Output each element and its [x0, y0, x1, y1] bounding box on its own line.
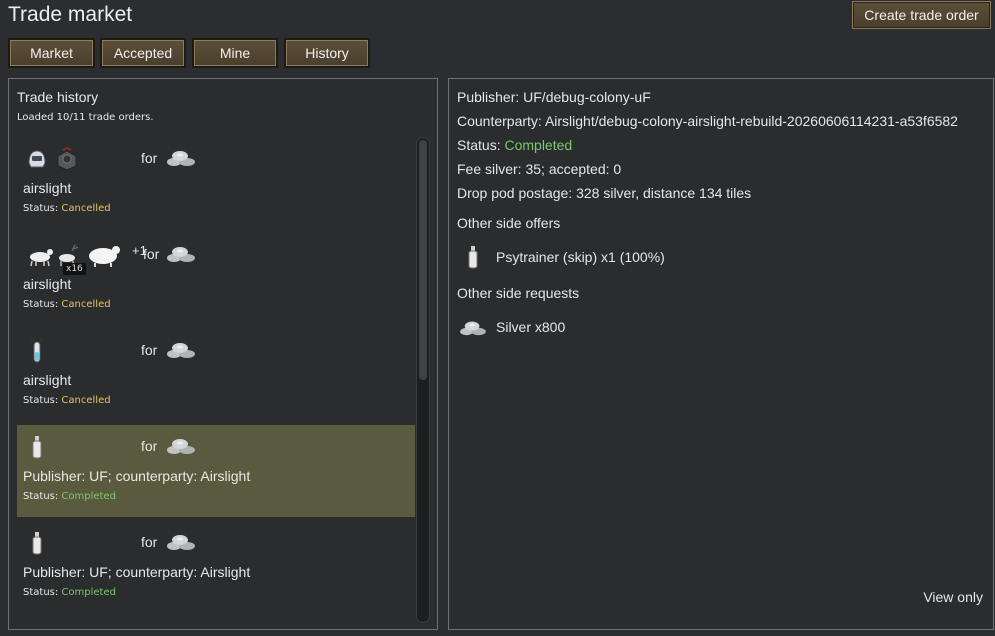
offer-icons	[23, 529, 133, 557]
offer-icons	[23, 337, 133, 365]
silver-icon	[165, 529, 197, 557]
silver-icon	[165, 145, 197, 173]
status-value: Cancelled	[61, 203, 111, 214]
status-value: Completed	[61, 491, 116, 502]
offer-icons	[23, 433, 133, 461]
sheep-icon	[85, 241, 121, 269]
tab-accepted[interactable]: Accepted	[100, 38, 186, 68]
requests-heading: Other side requests	[457, 285, 580, 301]
helmet-icon	[23, 145, 51, 173]
psytrainer-icon	[23, 529, 51, 557]
offer-item: Psytrainer (skip) x1 (100%)	[457, 242, 757, 272]
order-status: Status: Cancelled	[23, 299, 111, 310]
for-label: for	[141, 150, 158, 166]
request-item: Silver x800	[457, 312, 757, 342]
publisher-text: Publisher: UF/debug-colony-uF	[457, 89, 651, 105]
for-label: for	[141, 534, 158, 550]
panel-heading: Trade history	[17, 89, 99, 105]
order-status: Status: Completed	[23, 491, 116, 502]
status-value: Completed	[61, 587, 116, 598]
silver-icon	[165, 241, 197, 269]
psytrainer-icon	[23, 433, 51, 461]
tab-market[interactable]: Market	[8, 38, 95, 68]
tab-mine[interactable]: Mine	[192, 38, 278, 68]
counterparty-text: Counterparty: Airslight/debug-colony-air…	[457, 113, 958, 129]
order-title: Publisher: UF; counterparty: Airslight	[23, 468, 251, 484]
status-line: Status: Completed	[457, 137, 573, 153]
create-trade-order-button[interactable]: Create trade order	[852, 1, 991, 29]
status-value: Cancelled	[61, 299, 111, 310]
silver-icon	[165, 433, 197, 461]
order-status: Status: Completed	[23, 587, 116, 598]
window-title: Trade market	[8, 3, 133, 26]
tab-history[interactable]: History	[284, 38, 370, 68]
order-status: Status: Cancelled	[23, 395, 111, 406]
postage-text: Drop pod postage: 328 silver, distance 1…	[457, 185, 752, 201]
scrollbar-thumb[interactable]	[419, 140, 427, 380]
offers-heading: Other side offers	[457, 215, 561, 231]
for-label: for	[141, 438, 158, 454]
quantity-badge: x16	[63, 263, 86, 275]
order-title: airslight	[23, 180, 72, 196]
trade-order-row[interactable]: for airslight Status: Cancelled	[17, 329, 415, 421]
gear-block-icon	[53, 145, 81, 173]
trade-order-list: for airslight Status: Cancelled x16 +1 f…	[17, 137, 415, 627]
trade-detail-panel: Publisher: UF/debug-colony-uF Counterpar…	[448, 78, 994, 630]
view-only-label: View only	[923, 589, 983, 605]
fee-text: Fee silver: 35; accepted: 0	[457, 161, 622, 177]
trade-order-row[interactable]: for airslight Status: Cancelled	[17, 137, 415, 229]
loaded-count-text: Loaded 10/11 trade orders.	[17, 112, 154, 123]
trade-order-row-selected[interactable]: for Publisher: UF; counterparty: Airslig…	[17, 425, 415, 517]
for-label: for	[143, 246, 160, 262]
list-scrollbar[interactable]	[416, 137, 430, 623]
status-value: Cancelled	[61, 395, 111, 406]
silver-icon	[165, 337, 197, 365]
for-label: for	[141, 342, 158, 358]
request-item-text: Silver x800	[496, 319, 566, 335]
order-title: airslight	[23, 372, 72, 388]
trade-history-panel: Trade history Loaded 10/11 trade orders.…	[8, 78, 438, 630]
trade-order-row[interactable]: x16 +1 for airslight Status: Cancelled	[17, 233, 415, 325]
silver-icon	[457, 312, 489, 342]
offer-icons	[23, 145, 133, 173]
status-value: Completed	[504, 137, 573, 153]
offer-item-text: Psytrainer (skip) x1 (100%)	[496, 249, 665, 265]
order-title: Publisher: UF; counterparty: Airslight	[23, 564, 251, 580]
order-title: airslight	[23, 276, 72, 292]
psytrainer-icon	[457, 242, 489, 272]
serum-tube-icon	[23, 337, 51, 365]
goat-icon	[23, 241, 57, 269]
order-status: Status: Cancelled	[23, 203, 111, 214]
trade-order-row[interactable]: for Publisher: UF; counterparty: Airslig…	[17, 521, 415, 613]
